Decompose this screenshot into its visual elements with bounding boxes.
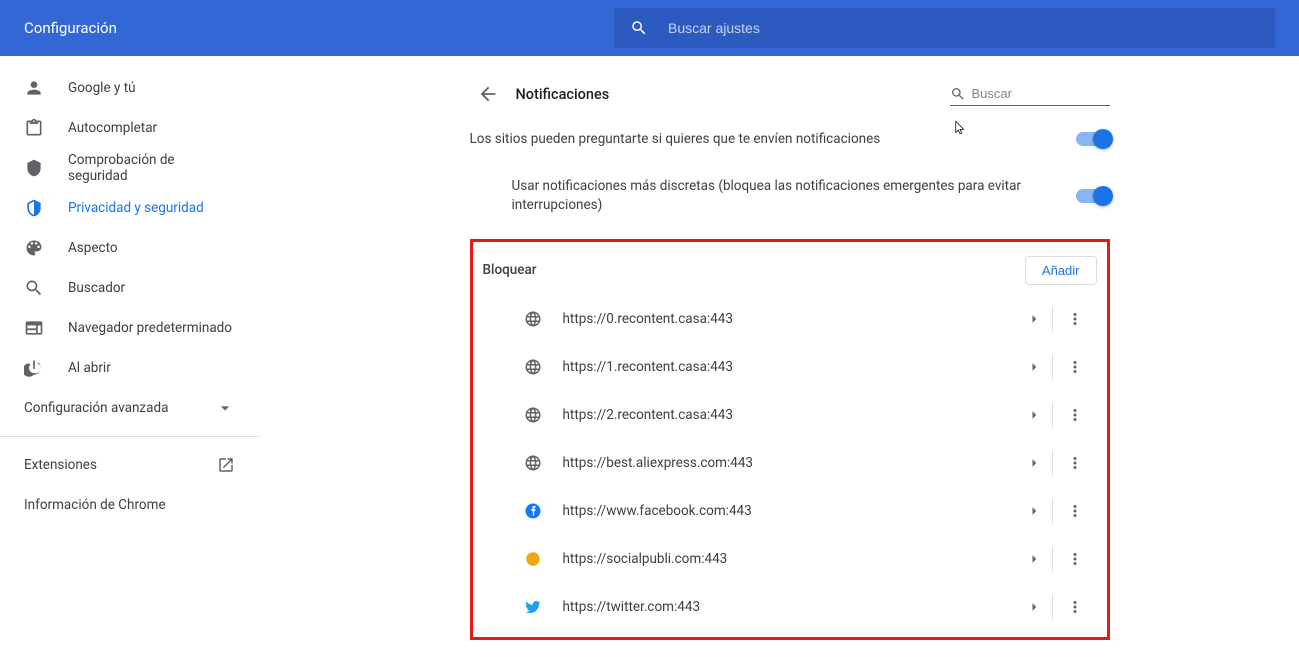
blocked-site-row[interactable]: https://2.recontent.casa:443 <box>483 391 1097 439</box>
chevron-down-icon <box>215 398 235 418</box>
setting-ask-before: Los sitios pueden preguntarte si quieres… <box>470 116 1110 163</box>
separator <box>0 436 259 437</box>
site-url: https://0.recontent.casa:443 <box>563 311 1016 327</box>
power-icon <box>24 358 44 378</box>
block-header: Bloquear Añadir <box>483 250 1097 295</box>
site-url: https://www.facebook.com:443 <box>563 503 1016 519</box>
sidebar-item-label: Aspecto <box>68 240 118 256</box>
sidebar-item-appearance[interactable]: Aspecto <box>0 228 259 268</box>
toggle-quieter[interactable] <box>1076 189 1110 203</box>
site-favicon-icon <box>523 357 543 377</box>
header-search[interactable] <box>614 8 1275 48</box>
sidebar-item-label: Al abrir <box>68 360 111 376</box>
sidebar-extensions-label: Extensiones <box>24 457 97 473</box>
sidebar-item-on-startup[interactable]: Al abrir <box>0 348 259 388</box>
back-arrow-icon <box>477 83 499 105</box>
shield-icon <box>24 158 44 178</box>
blocked-site-row[interactable]: https://twitter.com:443 <box>483 583 1097 631</box>
sidebar: Google y tú Autocompletar Comprobación d… <box>0 56 260 657</box>
toggle-ask-before[interactable] <box>1076 132 1110 146</box>
sidebar-about-label: Información de Chrome <box>24 497 166 513</box>
page-title: Notificaciones <box>516 86 950 103</box>
site-favicon-icon <box>523 405 543 425</box>
site-details-button[interactable] <box>1016 598 1052 616</box>
site-url: https://socialpubli.com:443 <box>563 551 1016 567</box>
web-icon <box>24 318 44 338</box>
site-more-button[interactable] <box>1053 502 1097 520</box>
sidebar-about-chrome[interactable]: Información de Chrome <box>0 485 259 525</box>
search-icon <box>630 19 648 37</box>
blocked-site-row[interactable]: https://1.recontent.casa:443 <box>483 343 1097 391</box>
site-details-button[interactable] <box>1016 406 1052 424</box>
site-more-button[interactable] <box>1053 358 1097 376</box>
site-more-button[interactable] <box>1053 454 1097 472</box>
sidebar-item-label: Comprobación de seguridad <box>68 152 235 184</box>
setting-ask-label: Los sitios pueden preguntarte si quieres… <box>470 130 1058 149</box>
blocked-site-list: https://0.recontent.casa:443 https://1.re… <box>483 295 1097 631</box>
main-content: Notificaciones Los sitios pueden pregunt… <box>260 56 1299 657</box>
site-url: https://1.recontent.casa:443 <box>563 359 1016 375</box>
sidebar-advanced-toggle[interactable]: Configuración avanzada <box>0 388 259 428</box>
site-more-button[interactable] <box>1053 310 1097 328</box>
site-more-button[interactable] <box>1053 598 1097 616</box>
site-favicon-icon <box>523 501 543 521</box>
site-details-button[interactable] <box>1016 310 1052 328</box>
search-icon <box>24 278 44 298</box>
block-title: Bloquear <box>483 262 1025 278</box>
sidebar-item-you-and-google[interactable]: Google y tú <box>0 68 259 108</box>
sidebar-item-autofill[interactable]: Autocompletar <box>0 108 259 148</box>
blocked-site-row[interactable]: https://www.facebook.com:443 <box>483 487 1097 535</box>
block-section: Bloquear Añadir https://0.recontent.casa… <box>470 239 1110 640</box>
site-url: https://2.recontent.casa:443 <box>563 407 1016 423</box>
sidebar-item-label: Buscador <box>68 280 125 296</box>
site-more-button[interactable] <box>1053 550 1097 568</box>
sidebar-item-search-engine[interactable]: Buscador <box>0 268 259 308</box>
blocked-site-row[interactable]: https://0.recontent.casa:443 <box>483 295 1097 343</box>
setting-quiet-label: Usar notificaciones más discretas (bloqu… <box>470 177 1058 215</box>
site-details-button[interactable] <box>1016 550 1052 568</box>
site-url: https://twitter.com:443 <box>563 599 1016 615</box>
launch-icon <box>217 456 235 474</box>
person-icon <box>24 78 44 98</box>
site-favicon-icon <box>523 309 543 329</box>
site-more-button[interactable] <box>1053 406 1097 424</box>
add-button[interactable]: Añadir <box>1025 256 1097 285</box>
sidebar-item-label: Google y tú <box>68 80 136 96</box>
content-header: Notificaciones <box>470 72 1110 116</box>
header-search-input[interactable] <box>668 20 1259 36</box>
site-favicon-icon <box>523 549 543 569</box>
back-button[interactable] <box>470 76 506 112</box>
palette-icon <box>24 238 44 258</box>
shield-outline-icon <box>24 198 44 218</box>
site-details-button[interactable] <box>1016 454 1052 472</box>
site-url: https://best.aliexpress.com:443 <box>563 455 1016 471</box>
sidebar-advanced-label: Configuración avanzada <box>24 400 168 416</box>
sidebar-item-label: Navegador predeterminado <box>68 320 232 336</box>
site-details-button[interactable] <box>1016 502 1052 520</box>
site-details-button[interactable] <box>1016 358 1052 376</box>
local-search-input[interactable] <box>972 82 1110 105</box>
sidebar-item-label: Privacidad y seguridad <box>68 200 204 216</box>
setting-quieter: Usar notificaciones más discretas (bloqu… <box>470 163 1110 229</box>
app-title: Configuración <box>24 19 614 37</box>
blocked-site-row[interactable]: https://best.aliexpress.com:443 <box>483 439 1097 487</box>
site-favicon-icon <box>523 597 543 617</box>
sidebar-extensions[interactable]: Extensiones <box>0 445 259 485</box>
app-header: Configuración <box>0 0 1299 56</box>
local-search[interactable] <box>950 82 1110 106</box>
sidebar-item-privacy[interactable]: Privacidad y seguridad <box>0 188 259 228</box>
clipboard-icon <box>24 118 44 138</box>
blocked-site-row[interactable]: https://socialpubli.com:443 <box>483 535 1097 583</box>
sidebar-item-label: Autocompletar <box>68 120 157 136</box>
site-favicon-icon <box>523 453 543 473</box>
sidebar-item-safety-check[interactable]: Comprobación de seguridad <box>0 148 259 188</box>
search-icon <box>950 86 966 102</box>
sidebar-item-default-browser[interactable]: Navegador predeterminado <box>0 308 259 348</box>
